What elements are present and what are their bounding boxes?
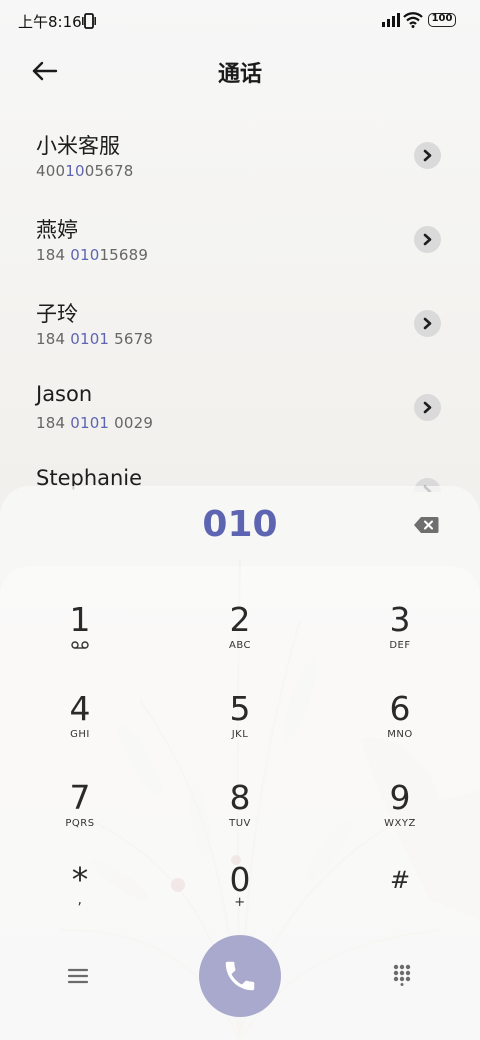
contact-detail-button[interactable] (414, 394, 441, 421)
chevron-right-icon (423, 149, 432, 162)
status-time: 上午8:16 (18, 13, 82, 31)
key-2[interactable]: 2 ABC (185, 596, 295, 676)
match-highlight: 0101 (70, 414, 110, 432)
status-bar: 上午8:16 100 (0, 0, 480, 40)
key-5[interactable]: 5 JKL (185, 685, 295, 765)
battery-icon: 100 (428, 13, 456, 27)
key-6[interactable]: 6 MNO (345, 685, 455, 765)
battery-level: 100 (431, 13, 453, 24)
contact-name: Jason (36, 382, 93, 406)
contact-detail-button[interactable] (414, 142, 441, 169)
match-highlight: 010 (70, 246, 100, 264)
contact-item[interactable]: 燕婷 184 01015689 (0, 196, 480, 280)
key-4[interactable]: 4 GHI (25, 685, 135, 765)
key-9[interactable]: 9 WXYZ (345, 774, 455, 854)
contact-item[interactable]: Jason 184 0101 0029 (0, 364, 480, 448)
key-0[interactable]: 0 + (185, 856, 295, 936)
menu-icon[interactable] (66, 966, 90, 986)
contact-number: 184 0101 5678 (36, 330, 154, 348)
key-8[interactable]: 8 TUV (185, 774, 295, 854)
contact-detail-button[interactable] (414, 226, 441, 253)
contact-item[interactable]: 子玲 184 0101 5678 (0, 280, 480, 364)
match-highlight: 0101 (70, 330, 110, 348)
contact-detail-button[interactable] (414, 310, 441, 337)
key-1[interactable]: 1 (25, 596, 135, 676)
call-button[interactable] (199, 935, 281, 1017)
match-highlight: 10 (65, 162, 85, 180)
dialed-number[interactable]: 010 (0, 504, 480, 545)
page-title: 通话 (217, 62, 262, 87)
contact-list: 小米客服 4001005678 燕婷 184 01015689 子玲 184 0… (0, 112, 480, 492)
contact-number: 4001005678 (36, 162, 134, 180)
key-hash[interactable]: # (345, 856, 455, 936)
contact-name: 燕婷 (36, 218, 78, 242)
contact-number: 184 0101 0029 (36, 414, 154, 432)
key-7[interactable]: 7 PQRS (25, 774, 135, 854)
backspace-icon[interactable] (413, 516, 439, 534)
bottom-bar (0, 930, 480, 1040)
chevron-right-icon (423, 233, 432, 246)
key-star[interactable]: * , (25, 856, 135, 936)
dial-input-row: 010 (0, 486, 480, 566)
contact-name: 小米客服 (36, 134, 120, 158)
signal-icon (382, 13, 400, 27)
key-3[interactable]: 3 DEF (345, 596, 455, 676)
wifi-icon (403, 12, 423, 28)
contact-item[interactable]: 小米客服 4001005678 (0, 112, 480, 196)
phone-icon (225, 961, 255, 991)
contact-number: 184 01015689 (36, 246, 149, 264)
dialpad-icon[interactable] (392, 964, 412, 986)
voicemail-icon (71, 641, 89, 649)
contact-name: 子玲 (36, 302, 78, 326)
header: 通话 (0, 40, 480, 100)
chevron-right-icon (423, 317, 432, 330)
vibrate-icon (82, 13, 96, 29)
chevron-right-icon (423, 401, 432, 414)
